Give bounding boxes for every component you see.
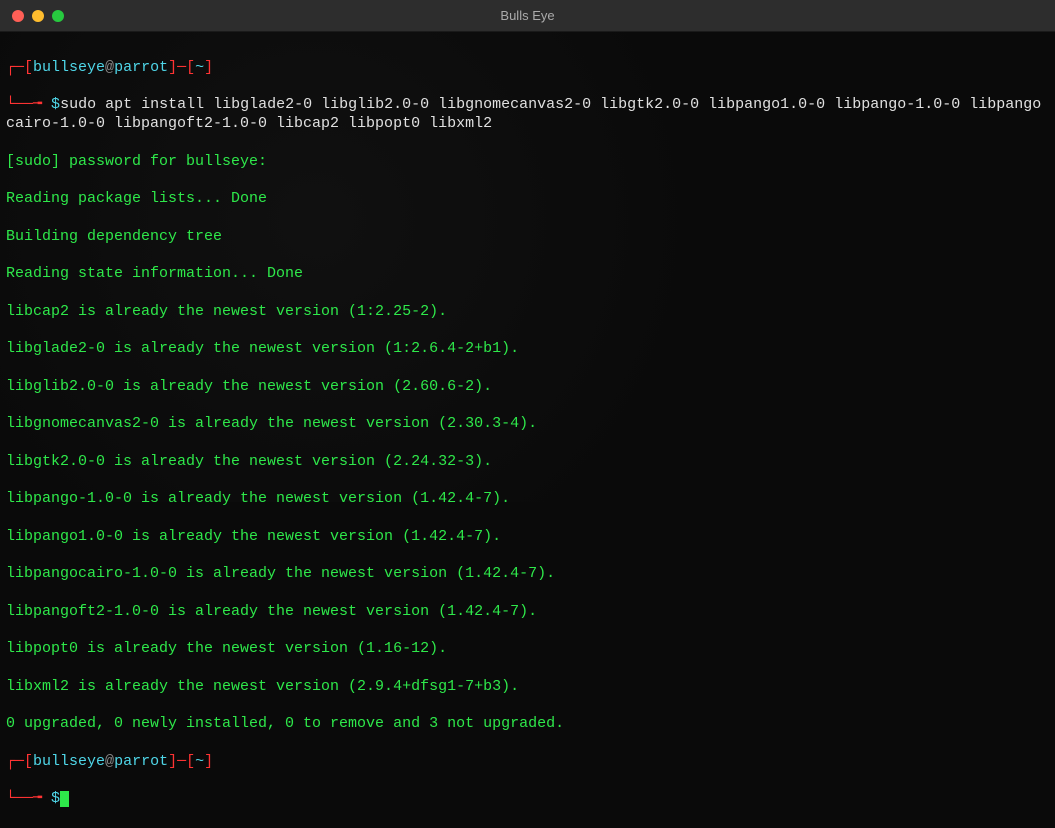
prompt-bracket: [	[24, 59, 33, 76]
prompt-at: @	[105, 59, 114, 76]
output-line: 0 upgraded, 0 newly installed, 0 to remo…	[6, 715, 1049, 734]
prompt-host: parrot	[114, 59, 168, 76]
minimize-icon[interactable]	[32, 10, 44, 22]
prompt-sep: ]─[	[168, 59, 195, 76]
prompt-at: @	[105, 753, 114, 770]
window-controls	[0, 10, 64, 22]
prompt-corner-bottom: └──╼	[6, 790, 51, 807]
prompt-dollar: $	[51, 96, 60, 113]
output-line: libpangoft2-1.0-0 is already the newest …	[6, 603, 1049, 622]
prompt-bracket-close: ]	[204, 59, 213, 76]
prompt-bracket: [	[24, 753, 33, 770]
prompt-bracket-close: ]	[204, 753, 213, 770]
output-line: libpangocairo-1.0-0 is already the newes…	[6, 565, 1049, 584]
output-line: [sudo] password for bullseye:	[6, 153, 1049, 172]
prompt-dollar: $	[51, 790, 60, 807]
prompt-sep: ]─[	[168, 753, 195, 770]
output-line: Building dependency tree	[6, 228, 1049, 247]
output-line: libcap2 is already the newest version (1…	[6, 303, 1049, 322]
output-line: libgnomecanvas2-0 is already the newest …	[6, 415, 1049, 434]
output-line: libglib2.0-0 is already the newest versi…	[6, 378, 1049, 397]
output-line: libpango-1.0-0 is already the newest ver…	[6, 490, 1049, 509]
output-line: libpopt0 is already the newest version (…	[6, 640, 1049, 659]
prompt-path: ~	[195, 59, 204, 76]
output-line: libpango1.0-0 is already the newest vers…	[6, 528, 1049, 547]
close-icon[interactable]	[12, 10, 24, 22]
prompt-user: bullseye	[33, 753, 105, 770]
cursor	[60, 791, 69, 807]
output-line: libglade2-0 is already the newest versio…	[6, 340, 1049, 359]
output-line: Reading state information... Done	[6, 265, 1049, 284]
prompt-user: bullseye	[33, 59, 105, 76]
command-text: sudo apt install libglade2-0 libglib2.0-…	[6, 96, 1041, 132]
output-line: libxml2 is already the newest version (2…	[6, 678, 1049, 697]
output-line: Reading package lists... Done	[6, 190, 1049, 209]
prompt-corner: ┌─	[6, 59, 24, 76]
window-title: Bulls Eye	[500, 8, 554, 23]
prompt-corner: ┌─	[6, 753, 24, 770]
output-line: libgtk2.0-0 is already the newest versio…	[6, 453, 1049, 472]
titlebar: Bulls Eye	[0, 0, 1055, 32]
terminal-area[interactable]: ┌─[bullseye@parrot]─[~] └──╼ $sudo apt i…	[0, 32, 1055, 502]
prompt-path: ~	[195, 753, 204, 770]
prompt-corner-bottom: └──╼	[6, 96, 51, 113]
maximize-icon[interactable]	[52, 10, 64, 22]
prompt-host: parrot	[114, 753, 168, 770]
